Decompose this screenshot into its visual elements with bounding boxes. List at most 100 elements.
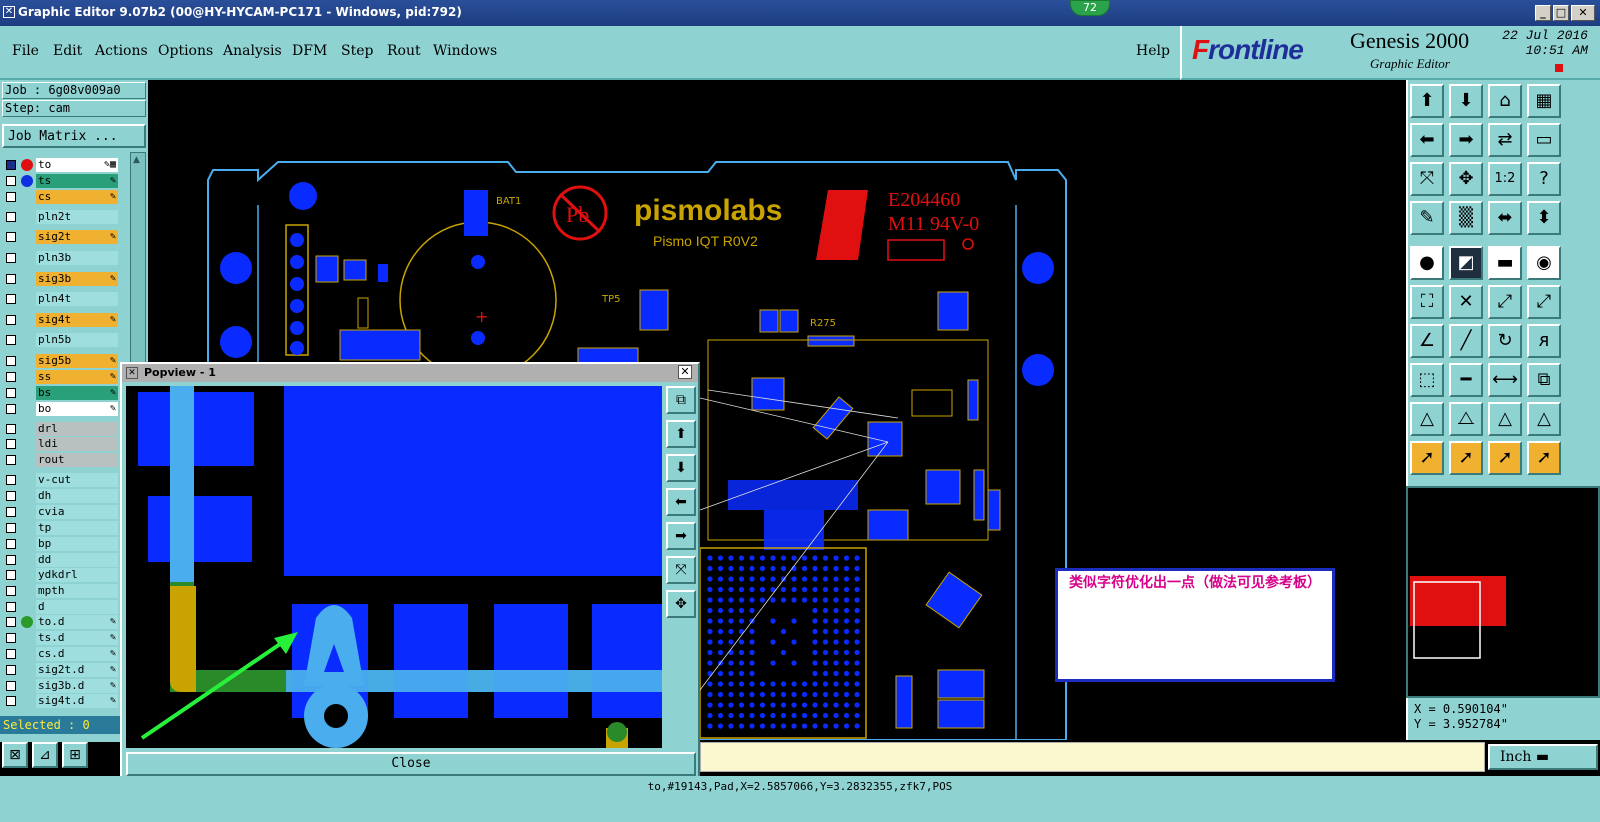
menu-windows[interactable]: Windows xyxy=(433,43,497,59)
triangle2-icon[interactable]: △ xyxy=(1488,402,1522,436)
layer-checkbox[interactable] xyxy=(6,232,16,242)
layer-name[interactable]: d xyxy=(36,600,118,614)
menu-options[interactable]: Options xyxy=(158,43,213,59)
layer-row-v-cut[interactable]: v-cut xyxy=(2,473,120,488)
layer-checkbox[interactable] xyxy=(6,681,16,691)
layer-row-sig4t-d[interactable]: sig4t.d ✎ xyxy=(2,694,120,709)
popview-zoom-out-icon[interactable]: ✥ xyxy=(666,590,696,618)
layer-name[interactable]: ts xyxy=(36,174,118,188)
measure-ruler-icon[interactable]: ▬ xyxy=(1488,246,1522,280)
layer-checkbox[interactable] xyxy=(6,192,16,202)
left-icon[interactable]: ⬅ xyxy=(1410,123,1444,157)
menu-dfm[interactable]: DFM xyxy=(292,43,327,59)
notification-badge[interactable]: 72 xyxy=(1070,0,1110,16)
menu-rout[interactable]: Rout xyxy=(387,43,421,59)
layer-name[interactable]: ss xyxy=(36,370,118,384)
layer-name[interactable]: sig3b xyxy=(36,272,118,286)
overview-window[interactable] xyxy=(1406,486,1600,698)
rotate-icon[interactable]: ↻ xyxy=(1488,324,1522,358)
close-window-button[interactable]: ✕ xyxy=(1571,5,1595,21)
layer-checkbox[interactable] xyxy=(6,475,16,485)
right-icon[interactable]: ➡ xyxy=(1449,123,1483,157)
layer-row-pln3b[interactable]: pln3b xyxy=(2,251,120,266)
move-red-icon[interactable]: ⤢ xyxy=(1527,285,1561,319)
layer-checkbox[interactable] xyxy=(6,523,16,533)
popview-close-icon[interactable]: ✕ xyxy=(678,365,692,379)
layer-name[interactable]: dh xyxy=(36,489,118,503)
layer-row-pln2t[interactable]: pln2t xyxy=(2,210,120,225)
layer-checkbox[interactable] xyxy=(6,315,16,325)
popview-pan-down-icon[interactable]: ⬇ xyxy=(666,454,696,482)
connect-icon[interactable]: ⛶ xyxy=(1410,285,1444,319)
layer-name[interactable]: sig4t.d xyxy=(36,694,118,708)
layer-row-sig2t[interactable]: sig2t ✎ xyxy=(2,230,120,245)
save-up-icon[interactable]: ⬆ xyxy=(1410,84,1444,118)
layer-row-ldi[interactable]: ldi xyxy=(2,437,120,452)
layer-row-bs[interactable]: bs ✎ xyxy=(2,386,120,401)
pointer-icon[interactable]: ➚ xyxy=(1410,441,1444,475)
layer-checkbox[interactable] xyxy=(6,555,16,565)
layer-row-sig3b-d[interactable]: sig3b.d ✎ xyxy=(2,679,120,694)
menu-analysis[interactable]: Analysis xyxy=(223,43,282,59)
measure-icon[interactable]: ⊿ xyxy=(32,742,58,768)
layer-name[interactable]: tp xyxy=(36,521,118,535)
layer-name[interactable]: mpth xyxy=(36,584,118,598)
pad-add-icon[interactable]: ● xyxy=(1410,246,1444,280)
layer-checkbox[interactable] xyxy=(6,665,16,675)
job-matrix-button[interactable]: Job Matrix ... xyxy=(2,124,146,148)
layers-red2-icon[interactable]: ⬍ xyxy=(1527,201,1561,235)
layer-row-ts-d[interactable]: ts.d ✎ xyxy=(2,631,120,646)
pointer2-icon[interactable]: ➚ xyxy=(1449,441,1483,475)
triangle-icon[interactable]: △ xyxy=(1410,402,1444,436)
layer-checkbox[interactable] xyxy=(6,586,16,596)
layer-checkbox[interactable] xyxy=(6,439,16,449)
layer-color-dot[interactable] xyxy=(21,159,33,171)
popview-pan-right-icon[interactable]: ➡ xyxy=(666,522,696,550)
layer-name[interactable]: ydkdrl xyxy=(36,568,118,582)
move-icon[interactable]: ⤢ xyxy=(1488,285,1522,319)
scale-icon[interactable]: 1:2 xyxy=(1488,162,1522,196)
layer-row-ss[interactable]: ss ✎ xyxy=(2,370,120,385)
layer-checkbox[interactable] xyxy=(6,404,16,414)
layer-checkbox[interactable] xyxy=(6,274,16,284)
popview-pan-up-icon[interactable]: ⬆ xyxy=(666,420,696,448)
copy-icon[interactable]: ⧉ xyxy=(1527,363,1561,397)
layer-checkbox[interactable] xyxy=(6,570,16,580)
layer-row-cs[interactable]: cs ✎ xyxy=(2,190,120,205)
scroll-up-icon[interactable]: ▲ xyxy=(133,155,140,165)
pad-dot-icon[interactable]: ◉ xyxy=(1527,246,1561,280)
swap-icon[interactable]: ⇄ xyxy=(1488,123,1522,157)
layer-name[interactable]: cs xyxy=(36,190,118,204)
layer-row-cs-d[interactable]: cs.d ✎ xyxy=(2,647,120,662)
layer-checkbox[interactable] xyxy=(6,424,16,434)
window-icon[interactable]: ▭ xyxy=(1527,123,1561,157)
layer-checkbox[interactable] xyxy=(6,696,16,706)
layer-row-sig3b[interactable]: sig3b ✎ xyxy=(2,272,120,287)
layer-name[interactable]: cs.d xyxy=(36,647,118,661)
layer-checkbox[interactable] xyxy=(6,176,16,186)
layer-row-rout[interactable]: rout xyxy=(2,453,120,468)
layer-checkbox[interactable] xyxy=(6,491,16,501)
arc-icon[interactable]: ⧍ xyxy=(1449,402,1483,436)
layer-name[interactable]: bs xyxy=(36,386,118,400)
popview-canvas[interactable] xyxy=(126,386,662,748)
layer-name[interactable]: pln2t xyxy=(36,210,118,224)
layer-row-dh[interactable]: dh xyxy=(2,489,120,504)
layer-name[interactable]: ldi xyxy=(36,437,118,451)
layer-row-tp[interactable]: tp xyxy=(2,521,120,536)
layer-checkbox[interactable] xyxy=(6,160,16,170)
feature-select-icon[interactable]: ◩ xyxy=(1449,246,1483,280)
snap-icon[interactable]: ⊠ xyxy=(2,742,28,768)
layer-checkbox[interactable] xyxy=(6,253,16,263)
menu-step[interactable]: Step xyxy=(341,43,373,59)
layer-row-bo[interactable]: bo ✎ xyxy=(2,402,120,417)
layer-checkbox[interactable] xyxy=(6,356,16,366)
layer-name[interactable]: bp xyxy=(36,537,118,551)
popview-zoom-fit-icon[interactable]: ⤧ xyxy=(666,556,696,584)
layer-checkbox[interactable] xyxy=(6,335,16,345)
layer-checkbox[interactable] xyxy=(6,455,16,465)
stretch-icon[interactable]: ⟷ xyxy=(1488,363,1522,397)
layer-row-d[interactable]: d xyxy=(2,600,120,615)
layer-checkbox[interactable] xyxy=(6,294,16,304)
popview-close-button[interactable]: Close xyxy=(126,752,696,776)
